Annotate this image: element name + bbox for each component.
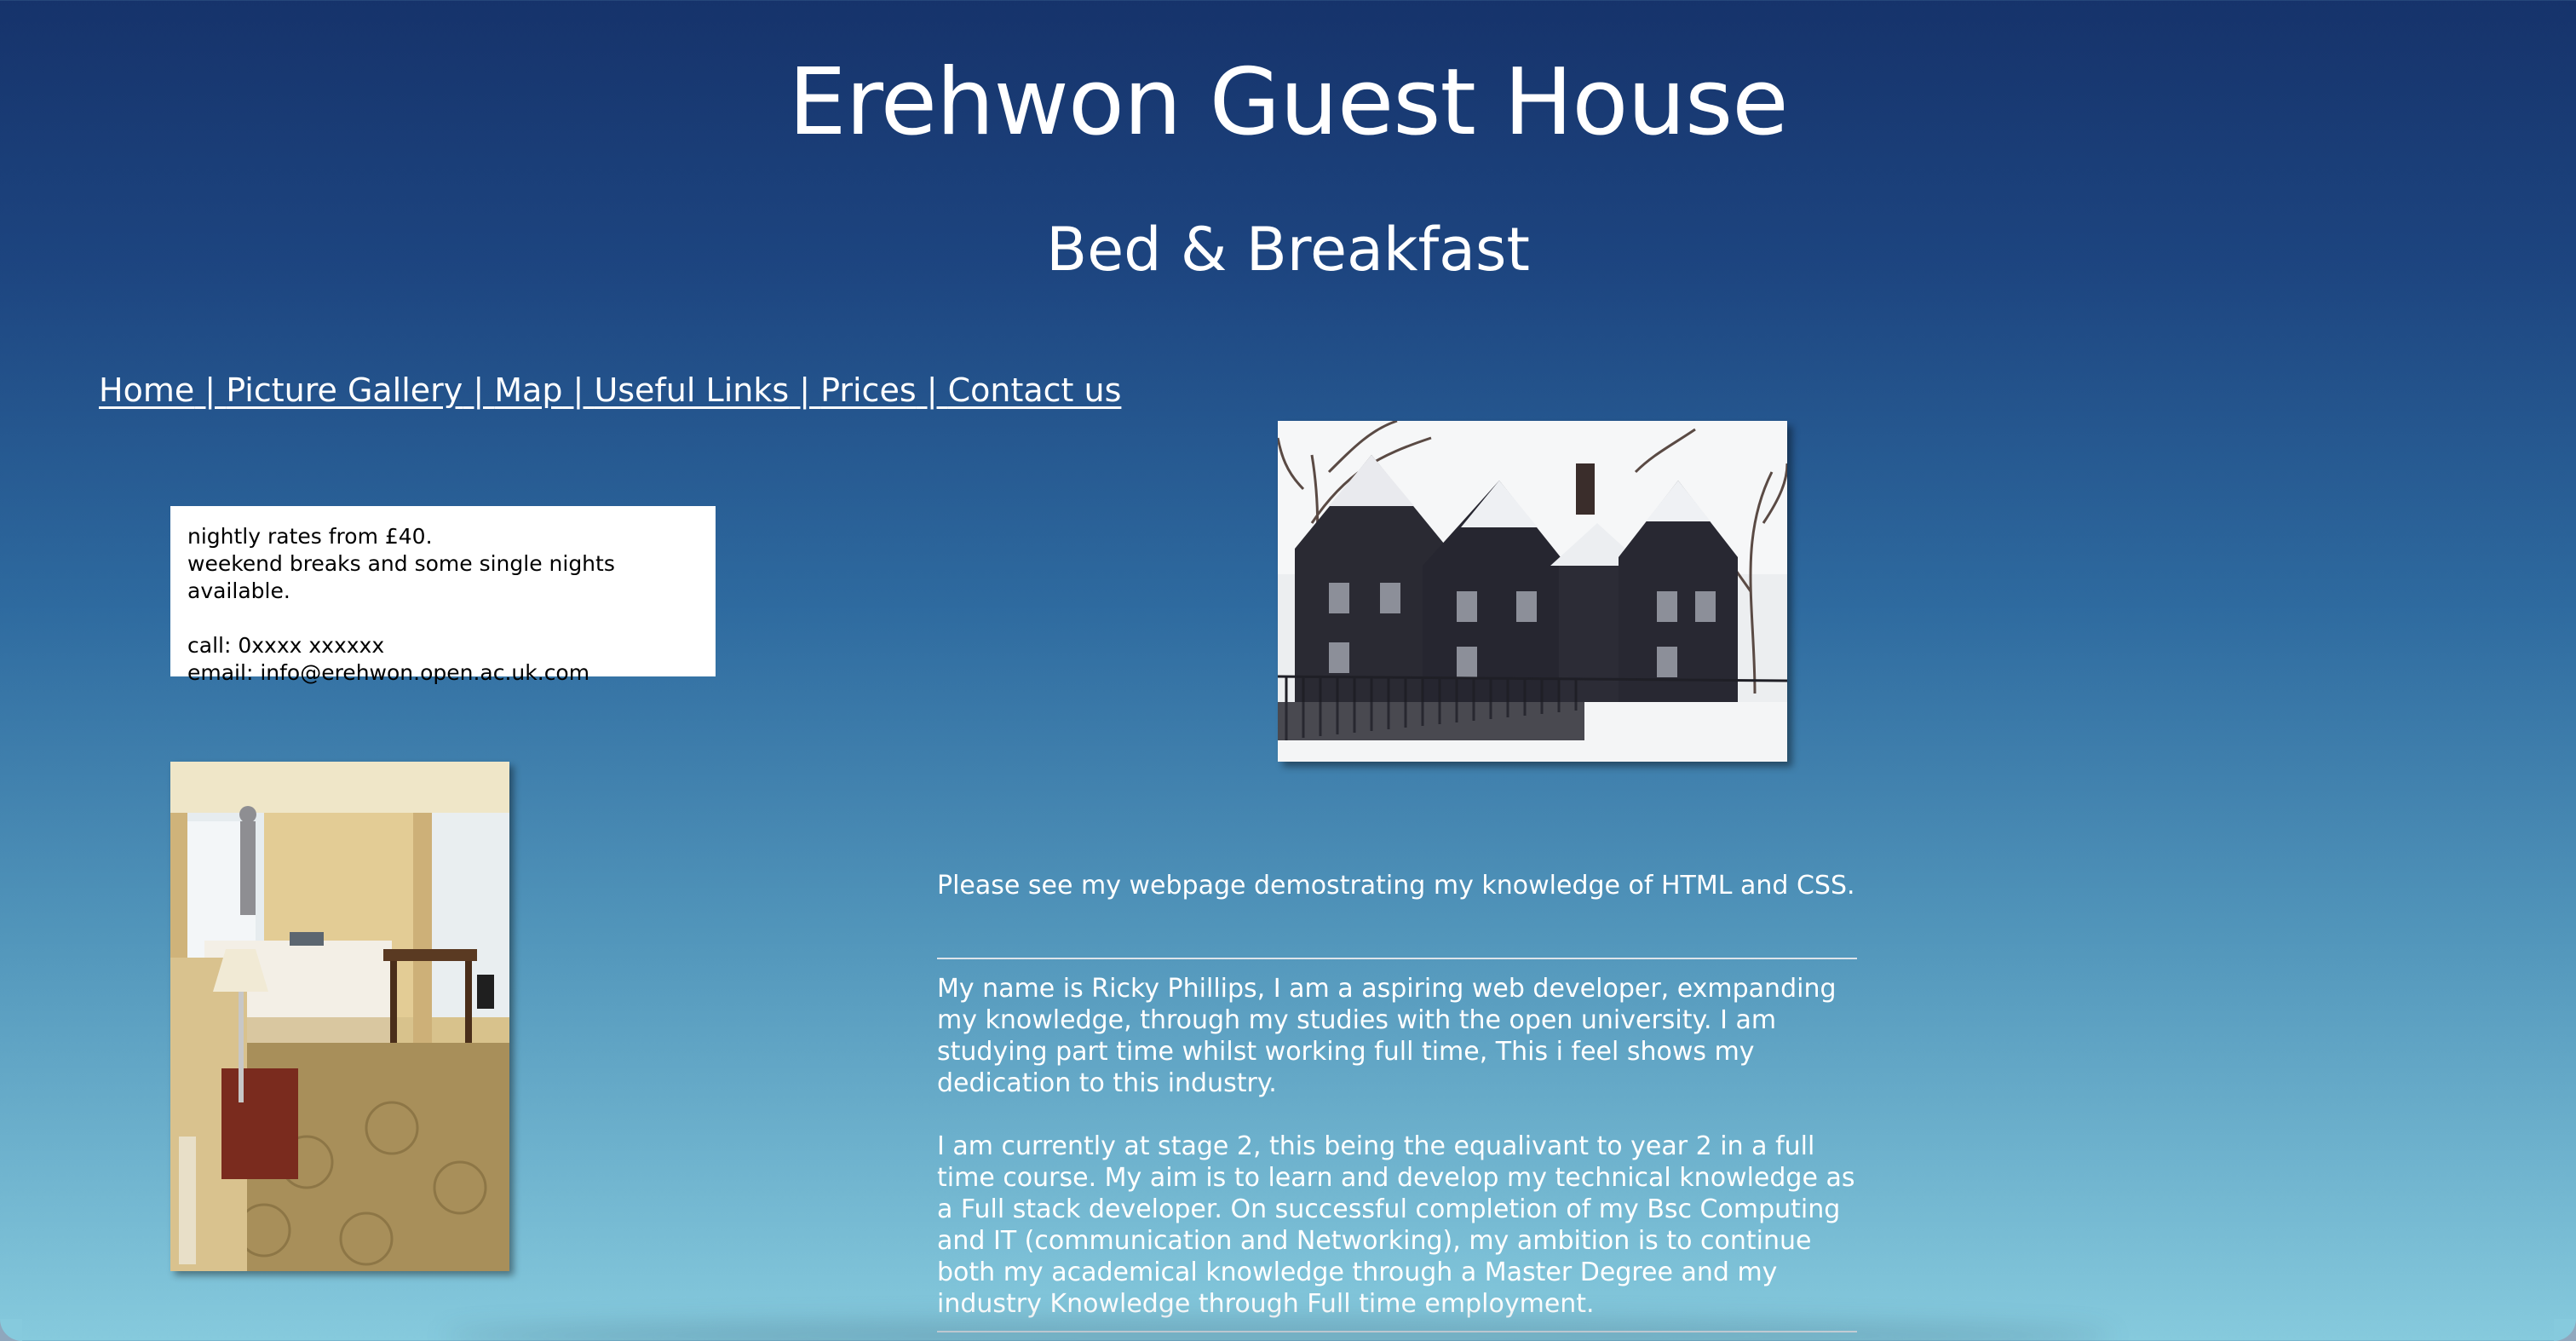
rates-text: nightly rates from £40. bbox=[187, 524, 433, 549]
hotel-room-photo bbox=[170, 762, 509, 1271]
window-corner-right bbox=[2554, 1319, 2576, 1341]
breaks-text: weekend breaks and some single nights av… bbox=[187, 551, 615, 603]
winter-house-photo bbox=[1278, 421, 1787, 762]
site-subtitle: Bed & Breakfast bbox=[1046, 215, 1530, 285]
bio-paragraph: My name is Ricky Phillips, I am a aspiri… bbox=[937, 974, 1837, 1098]
house-illustration bbox=[1278, 421, 1787, 762]
nav-link-map[interactable]: Map | Useful Links | Prices | Contact us bbox=[494, 371, 1121, 409]
site-title: Erehwon Guest House bbox=[788, 49, 1788, 156]
email-text: email: info@erehwon.open.ac.uk.com bbox=[187, 660, 590, 685]
divider bbox=[937, 958, 1857, 959]
bio-section: My name is Ricky Phillips, I am a aspiri… bbox=[937, 973, 1857, 1341]
rates-info-box: nightly rates from £40. weekend breaks a… bbox=[170, 506, 716, 685]
main-navigation: Home | Picture Gallery | Map | Useful Li… bbox=[99, 368, 1121, 412]
bio-paragraph: I am currently at stage 2, this being th… bbox=[937, 1131, 1855, 1319]
nav-link-home[interactable]: Home | Picture Gallery | bbox=[99, 371, 494, 409]
window-corner-left bbox=[0, 1319, 22, 1341]
footer-shadow bbox=[443, 1319, 2113, 1341]
intro-text: Please see my webpage demostrating my kn… bbox=[937, 871, 1855, 901]
room-illustration bbox=[170, 762, 509, 1271]
phone-text: call: 0xxxx xxxxxx bbox=[187, 633, 385, 658]
